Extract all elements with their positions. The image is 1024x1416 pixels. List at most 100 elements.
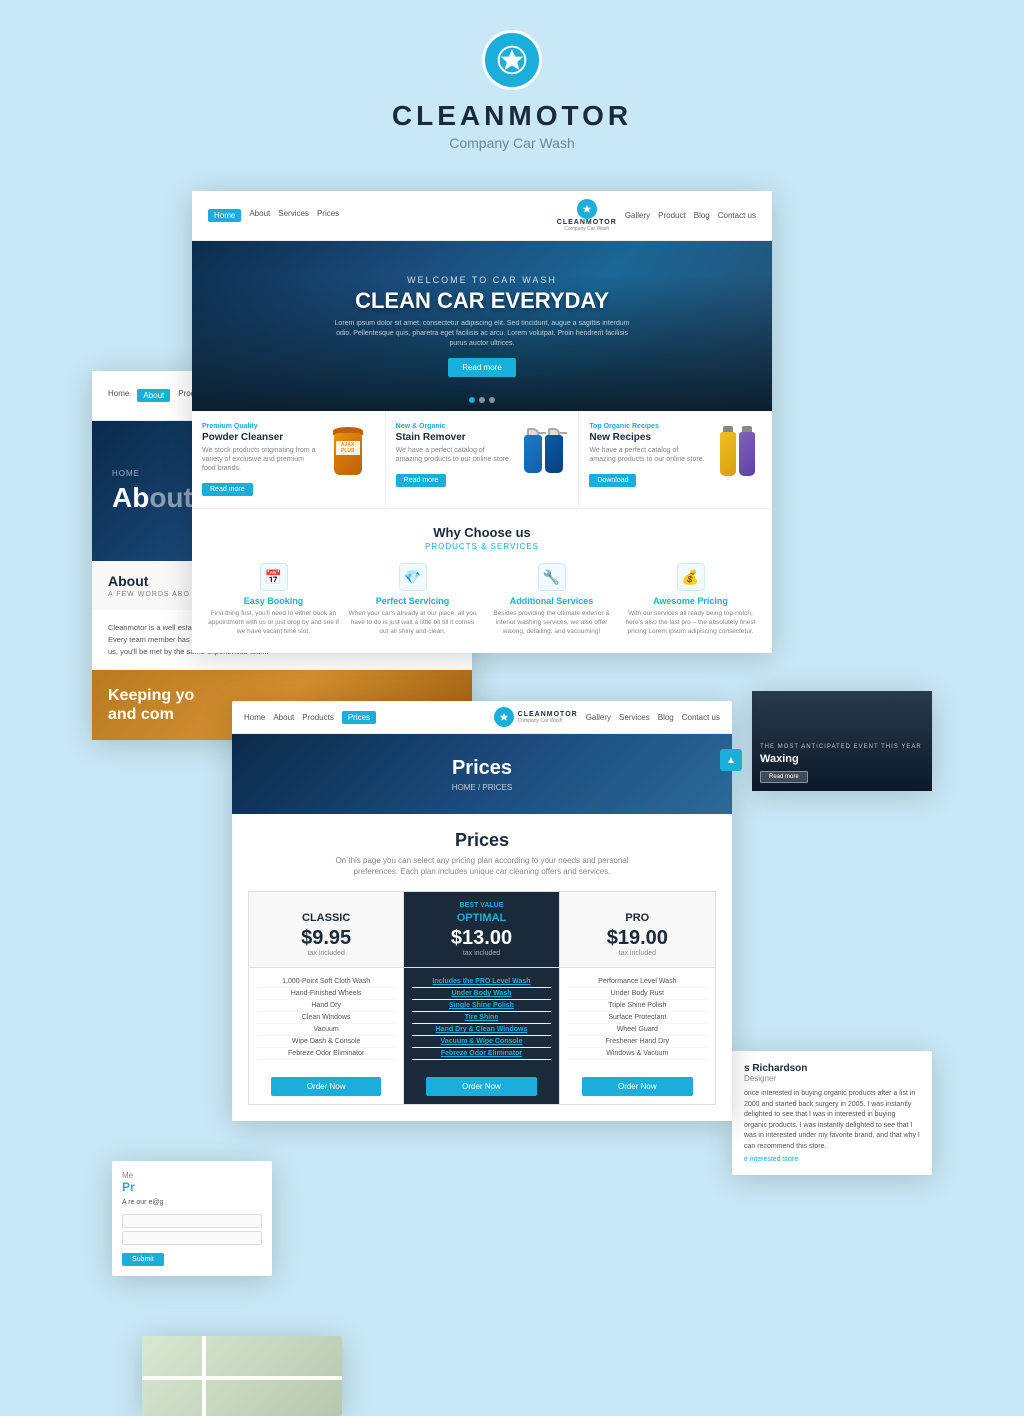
why-desc-1: First thing first, you'll need to either…: [208, 609, 339, 636]
home-nav-contact[interactable]: Contact us: [718, 211, 756, 220]
profile-name: s Richardson: [744, 1063, 920, 1074]
pro-order-btn[interactable]: Order Now: [582, 1077, 693, 1096]
why-icon-4: 💰: [677, 563, 705, 591]
home-nav-brand: CLEANMOTOR: [557, 219, 617, 226]
optimal-order-btn[interactable]: Order Now: [426, 1077, 537, 1096]
prices-nav: Home About Products Prices CLEANMOTOR Co…: [232, 701, 732, 734]
optimal-plan-name: OPTIMAL: [412, 912, 550, 924]
product-btn-2[interactable]: Read more: [396, 474, 447, 487]
hero-dot-1[interactable]: [469, 397, 475, 403]
pro-f1: Performance Level Wash: [568, 976, 707, 988]
price-header-pro: PRO $19.00 tax included: [560, 892, 715, 968]
price-col-classic: CLASSIC $9.95 tax included 1,000-Point S…: [249, 892, 404, 1104]
prices-page-card: Home About Products Prices CLEANMOTOR Co…: [232, 701, 732, 1121]
classic-plan-name: CLASSIC: [257, 912, 395, 924]
map-road-horizontal: [142, 1376, 342, 1380]
pro-price: $19.00: [568, 927, 707, 950]
why-icon-1: 📅: [260, 563, 288, 591]
product-info-3: Top Organic Recipes New Recipes We have …: [589, 423, 706, 487]
product-name-1: Powder Cleanser: [202, 432, 319, 443]
prices-hero: Prices HOME / PRICES: [232, 734, 732, 814]
waxing-title-block: THE MOST ANTICIPATED EVENT THIS YEAR Wax…: [760, 744, 922, 783]
pro-f7: Windows & Vacuum: [568, 1048, 707, 1060]
recipe-bottles-icon: [720, 426, 755, 476]
why-title-2: Perfect Servicing: [347, 596, 478, 606]
hero-dot-3[interactable]: [489, 397, 495, 403]
hero-dot-2[interactable]: [479, 397, 485, 403]
pro-f2: Under Body Rust: [568, 988, 707, 1000]
classic-order-btn[interactable]: Order Now: [271, 1077, 382, 1096]
home-nav-about[interactable]: About: [249, 209, 270, 222]
product-badge-2: New & Organic: [396, 423, 513, 430]
home-nav: Home About Services Prices CLEANMOTOR Co…: [192, 191, 772, 241]
prices-nav-blog[interactable]: Blog: [658, 713, 674, 722]
prices-nav-products[interactable]: Products: [302, 713, 334, 722]
prices-nav-home[interactable]: Home: [244, 713, 265, 722]
price-col-pro: PRO $19.00 tax included Performance Leve…: [560, 892, 715, 1104]
hero-main-title: CLEAN CAR EVERYDAY: [332, 289, 632, 313]
classic-f4: Clean Windows: [257, 1012, 395, 1024]
nav-about[interactable]: About: [137, 389, 170, 402]
why-desc-2: When your car's already at our place, al…: [347, 609, 478, 636]
profile-link[interactable]: e interested store: [744, 1156, 920, 1163]
home-nav-product[interactable]: Product: [658, 211, 686, 220]
scroll-top-button[interactable]: ▲: [720, 749, 742, 771]
product-btn-1[interactable]: Read more: [202, 483, 253, 496]
map-background: [142, 1336, 342, 1416]
pro-f5: Wheel Guard: [568, 1024, 707, 1036]
home-nav-services[interactable]: Services: [278, 209, 309, 222]
optimal-price: $13.00: [412, 927, 550, 950]
home-nav-home[interactable]: Home: [208, 209, 241, 222]
home-nav-prices[interactable]: Prices: [317, 209, 339, 222]
waxing-read-more-btn[interactable]: Read more: [760, 771, 808, 783]
prices-nav-contact[interactable]: Contact us: [682, 713, 720, 722]
prod-sm-button[interactable]: Submit: [122, 1253, 164, 1266]
prices-nav-gallery[interactable]: Gallery: [586, 713, 611, 722]
hero-cta-button[interactable]: Read more: [448, 358, 516, 377]
product-col-1: Premium Quality Powder Cleanser We stock…: [192, 411, 386, 508]
why-grid: 📅 Easy Booking First thing first, you'll…: [208, 563, 756, 636]
home-nav-blog[interactable]: Blog: [694, 211, 710, 220]
pro-f3: Triple Shine Polish: [568, 1000, 707, 1012]
why-item-1: 📅 Easy Booking First thing first, you'll…: [208, 563, 339, 636]
product-name-2: Stain Remover: [396, 432, 513, 443]
price-col-optimal: BEST VALUE OPTIMAL $13.00 tax included I…: [404, 892, 559, 1104]
site-subtitle: Company Car Wash: [392, 135, 632, 151]
map-road-vertical: [202, 1336, 206, 1416]
profile-role: Designer: [744, 1074, 920, 1083]
classic-best-value: [257, 902, 395, 909]
product-col-3: Top Organic Recipes New Recipes We have …: [579, 411, 772, 508]
optimal-f2: Under Body Wash: [412, 988, 550, 1000]
optimal-f4: Tire Shine: [412, 1012, 550, 1024]
keeping-text: Keeping yoand com: [108, 686, 194, 724]
prices-nav-services[interactable]: Services: [619, 713, 650, 722]
pro-f6: Freshener Hand Dry: [568, 1036, 707, 1048]
optimal-features: Includes the PRO Level Wash Under Body W…: [404, 968, 558, 1068]
product-desc-1: We stock products originating from a var…: [202, 446, 319, 473]
optimal-f5: Hand Dry & Clean Windows: [412, 1024, 550, 1036]
hero-text-block: WELCOME TO CAR WASH CLEAN CAR EVERYDAY L…: [332, 275, 632, 377]
product-btn-3[interactable]: Download: [589, 474, 636, 487]
classic-f2: Hand-Finished Wheels: [257, 988, 395, 1000]
product-desc-2: We have a perfect catalog of amazing pro…: [396, 446, 513, 464]
why-item-4: 💰 Awesome Pricing With our services all …: [625, 563, 756, 636]
classic-f6: Wipe Dash & Console: [257, 1036, 395, 1048]
prices-section: Prices On this page you can select any p…: [232, 814, 732, 1121]
prod-sm-pre-title: Me: [122, 1171, 262, 1180]
nav-home[interactable]: Home: [108, 389, 129, 402]
hero-pre-title: WELCOME TO CAR WASH: [332, 275, 632, 285]
product-desc-3: We have a perfect catalog of amazing pro…: [589, 446, 706, 464]
optimal-btn-container: Order Now: [404, 1068, 558, 1104]
home-hero: WELCOME TO CAR WASH CLEAN CAR EVERYDAY L…: [192, 241, 772, 411]
home-nav-gallery[interactable]: Gallery: [625, 211, 650, 220]
product-badge-1: Premium Quality: [202, 423, 319, 430]
prices-section-title: Prices: [248, 830, 716, 851]
waxing-main-title: Waxing: [760, 753, 922, 765]
prices-nav-about[interactable]: About: [273, 713, 294, 722]
home-nav-tagline: Company Car Wash: [564, 226, 609, 232]
product-info-2: New & Organic Stain Remover We have a pe…: [396, 423, 513, 487]
product-info-1: Premium Quality Powder Cleanser We stock…: [202, 423, 319, 496]
prices-nav-prices[interactable]: Prices: [342, 711, 376, 724]
product-col-2: New & Organic Stain Remover We have a pe…: [386, 411, 580, 508]
price-header-optimal: BEST VALUE OPTIMAL $13.00 tax included: [404, 892, 558, 968]
